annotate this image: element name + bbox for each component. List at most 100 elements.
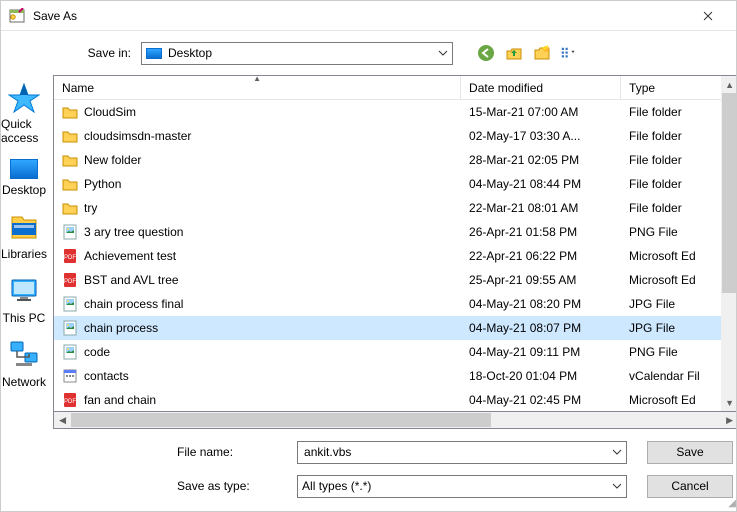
file-row[interactable]: contacts 18-Oct-20 01:04 PMvCalendar Fil	[54, 364, 721, 388]
horizontal-scrollbar[interactable]: ◀ ▶	[53, 412, 736, 429]
file-row[interactable]: PDF fan and chain 04-May-21 02:45 PMMicros…	[54, 388, 721, 411]
file-name-cell: Python	[54, 176, 461, 192]
scroll-thumb[interactable]	[722, 93, 736, 293]
file-name: contacts	[84, 369, 129, 383]
filename-input[interactable]	[302, 444, 604, 460]
file-name: Python	[84, 177, 121, 191]
file-row[interactable]: CloudSim15-Mar-21 07:00 AMFile folder	[54, 100, 721, 124]
png-icon	[62, 344, 78, 360]
file-name: BST and AVL tree	[84, 273, 179, 287]
file-row[interactable]: try22-Mar-21 08:01 AMFile folder	[54, 196, 721, 220]
file-date-cell: 02-May-17 03:30 A...	[461, 129, 621, 143]
scroll-up-button[interactable]: ▲	[721, 76, 736, 93]
folder-icon	[62, 152, 78, 168]
file-date-cell: 25-Apr-21 09:55 AM	[461, 273, 621, 287]
file-rows: CloudSim15-Mar-21 07:00 AMFile folderclo…	[54, 100, 721, 411]
file-date-cell: 26-Apr-21 01:58 PM	[461, 225, 621, 239]
file-type-cell: vCalendar Fil	[621, 369, 721, 383]
file-type-cell: Microsoft Ed	[621, 249, 721, 263]
new-folder-button[interactable]	[533, 44, 551, 62]
file-name: 3 ary tree question	[84, 225, 183, 239]
scroll-left-button[interactable]: ◀	[54, 412, 71, 428]
file-row[interactable]: New folder28-Mar-21 02:05 PMFile folder	[54, 148, 721, 172]
column-name[interactable]: Name ▲	[54, 76, 461, 99]
saveastype-value: All types (*.*)	[302, 479, 371, 493]
file-date-cell: 22-Apr-21 06:22 PM	[461, 249, 621, 263]
place-this-pc[interactable]: This PC	[1, 275, 47, 325]
close-button[interactable]	[688, 8, 728, 24]
place-quick-access[interactable]: Quick access	[1, 81, 47, 145]
column-date-modified[interactable]: Date modified	[461, 76, 621, 99]
titlebar: Save As	[1, 1, 736, 31]
file-name-cell: chain process final	[54, 296, 461, 312]
desktop-icon	[10, 159, 38, 179]
file-name-cell: 3 ary tree question	[54, 224, 461, 240]
scroll-right-button[interactable]: ▶	[721, 412, 736, 428]
up-one-level-button[interactable]	[505, 44, 523, 62]
file-name: CloudSim	[84, 105, 136, 119]
pdf-icon: PDF	[62, 248, 78, 264]
back-button[interactable]	[477, 44, 495, 62]
place-network[interactable]: Network	[1, 339, 47, 389]
save-in-label: Save in:	[71, 46, 131, 60]
file-name-cell: PDF BST and AVL tree	[54, 272, 461, 288]
file-row[interactable]: PDFAchievement test22-Apr-21 06:22 PMMic…	[54, 244, 721, 268]
network-icon	[8, 339, 40, 371]
pdf-icon: PDF	[62, 272, 78, 288]
file-row[interactable]: 3 ary tree question26-Apr-21 01:58 PMPNG…	[54, 220, 721, 244]
hscroll-track[interactable]	[71, 412, 721, 428]
file-type-cell: JPG File	[621, 321, 721, 335]
desktop-icon	[146, 48, 162, 59]
png-icon	[62, 224, 78, 240]
vertical-scrollbar[interactable]: ▲ ▼	[721, 76, 736, 411]
place-desktop[interactable]: Desktop	[1, 159, 47, 197]
svg-text:PDF: PDF	[64, 399, 76, 405]
main-panel: Name ▲ Date modified Type CloudSim15-Mar…	[47, 75, 736, 511]
jpg-icon	[62, 296, 78, 312]
view-menu-button[interactable]	[561, 44, 579, 62]
file-name-cell: chain process	[54, 320, 461, 336]
place-label: Desktop	[2, 183, 46, 197]
file-date-cell: 04-May-21 08:44 PM	[461, 177, 621, 191]
filename-combo[interactable]	[297, 441, 627, 464]
file-type-cell: JPG File	[621, 297, 721, 311]
file-row[interactable]: PDF BST and AVL tree 25-Apr-21 09:55 AMMic…	[54, 268, 721, 292]
save-button[interactable]: Save	[647, 441, 733, 464]
file-date-cell: 04-May-21 02:45 PM	[461, 393, 621, 407]
file-name: code	[84, 345, 110, 359]
file-name: chain process final	[84, 297, 183, 311]
form-area: File name: Save Save as type: All types …	[47, 429, 736, 511]
scroll-track[interactable]	[721, 93, 736, 394]
file-name: fan and chain	[84, 393, 156, 407]
file-type-cell: Microsoft Ed	[621, 393, 721, 407]
file-type-cell: File folder	[621, 177, 721, 191]
chevron-down-icon[interactable]	[608, 483, 626, 489]
column-type[interactable]: Type	[621, 76, 721, 99]
place-libraries[interactable]: Libraries	[1, 211, 47, 261]
chevron-down-icon[interactable]	[434, 50, 452, 56]
file-list[interactable]: Name ▲ Date modified Type CloudSim15-Mar…	[54, 76, 721, 411]
folder-icon	[62, 128, 78, 144]
file-type-cell: Microsoft Ed	[621, 273, 721, 287]
saveastype-combo[interactable]: All types (*.*)	[297, 475, 627, 498]
hscroll-thumb[interactable]	[71, 413, 491, 427]
file-row[interactable]: cloudsimsdn-master02-May-17 03:30 A...Fi…	[54, 124, 721, 148]
file-name-cell: PDF fan and chain	[54, 392, 461, 408]
file-name-cell: contacts	[54, 368, 461, 384]
location-toolbar	[477, 44, 579, 62]
file-type-cell: File folder	[621, 201, 721, 215]
cancel-button[interactable]: Cancel	[647, 475, 733, 498]
file-row[interactable]: chain process final04-May-21 08:20 PMJPG…	[54, 292, 721, 316]
save-in-combo[interactable]: Desktop	[141, 42, 453, 65]
file-type-cell: File folder	[621, 105, 721, 119]
file-row[interactable]: Python 04-May-21 08:44 PMFile folder	[54, 172, 721, 196]
file-date-cell: 18-Oct-20 01:04 PM	[461, 369, 621, 383]
file-row[interactable]: code04-May-21 09:11 PMPNG File	[54, 340, 721, 364]
file-name-cell: try	[54, 200, 461, 216]
file-row[interactable]: chain process04-May-21 08:07 PMJPG File	[54, 316, 721, 340]
chevron-down-icon[interactable]	[608, 449, 626, 455]
vcal-icon	[62, 368, 78, 384]
saveastype-row: Save as type: All types (*.*) Cancel	[177, 469, 733, 503]
save-as-dialog: Save As Save in: Desktop	[0, 0, 737, 512]
scroll-down-button[interactable]: ▼	[721, 394, 736, 411]
